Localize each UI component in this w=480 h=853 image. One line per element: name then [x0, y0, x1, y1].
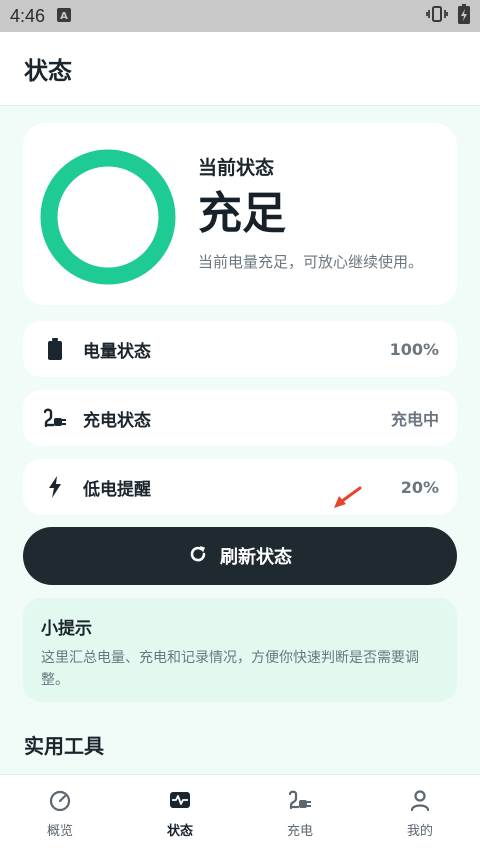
tools-section-title: 实用工具 — [24, 734, 104, 758]
refresh-button-label: 刷新状态 — [220, 547, 292, 568]
refresh-icon — [188, 544, 208, 568]
svg-text:A: A — [60, 11, 68, 22]
person-icon — [408, 789, 432, 815]
row-battery-status[interactable]: 电量状态 100% — [23, 321, 457, 377]
tip-title: 小提示 — [41, 619, 92, 639]
annotation-arrow — [330, 484, 364, 514]
tip-card: 小提示 这里汇总电量、充电和记录情况，方便你快速判断是否需要调整。 — [23, 598, 457, 702]
status-time: 4:46 — [10, 5, 46, 26]
battery-ring — [40, 149, 176, 285]
tab-overview[interactable]: 概览 — [0, 775, 120, 853]
a-icon: A — [57, 6, 72, 27]
tab-status[interactable]: 状态 — [120, 775, 240, 853]
battery-ring-progress — [40, 149, 176, 285]
hero-description: 当前电量充足，可放心继续使用。 — [198, 253, 424, 271]
lightning-icon — [43, 475, 67, 499]
row-label: 电量状态 — [83, 341, 151, 362]
status-hero-card: 当前状态 充足 当前电量充足，可放心继续使用。 — [23, 123, 457, 305]
status-bar: 4:46 A — [0, 0, 480, 32]
refresh-status-button[interactable]: 刷新状态 — [23, 527, 457, 585]
row-charging-status[interactable]: 充电状态 充电中 — [23, 390, 457, 446]
row-low-battery-alert[interactable]: 低电提醒 20% — [23, 459, 457, 515]
row-value: 20% — [400, 477, 439, 497]
hero-label: 当前状态 — [198, 157, 275, 179]
gauge-icon — [48, 789, 72, 815]
vibrate-icon — [426, 5, 448, 27]
tab-mine[interactable]: 我的 — [360, 775, 480, 853]
bottom-tab-bar: 概览 状态 充电 我的 — [0, 774, 480, 853]
row-value: 充电中 — [390, 410, 439, 429]
row-value: 100% — [389, 339, 439, 359]
tab-label: 我的 — [406, 824, 433, 839]
main-content[interactable]: 当前状态 充足 当前电量充足，可放心继续使用。 电量状态 100% 充电状态 充… — [0, 106, 480, 774]
hero-status-value: 充足 — [198, 188, 286, 239]
plug-icon — [288, 789, 312, 815]
pulse-icon — [168, 789, 192, 815]
tab-label: 充电 — [286, 824, 313, 839]
page-title: 状态 — [24, 57, 72, 85]
battery-icon — [43, 337, 67, 361]
app-bar: 状态 — [0, 32, 480, 106]
plug-icon — [43, 406, 67, 430]
tab-charging[interactable]: 充电 — [240, 775, 360, 853]
tab-label: 概览 — [46, 824, 73, 839]
tab-label: 状态 — [166, 824, 193, 839]
row-label: 充电状态 — [83, 410, 151, 431]
battery-full-icon — [458, 4, 470, 28]
tip-text: 这里汇总电量、充电和记录情况，方便你快速判断是否需要调整。 — [41, 650, 419, 688]
